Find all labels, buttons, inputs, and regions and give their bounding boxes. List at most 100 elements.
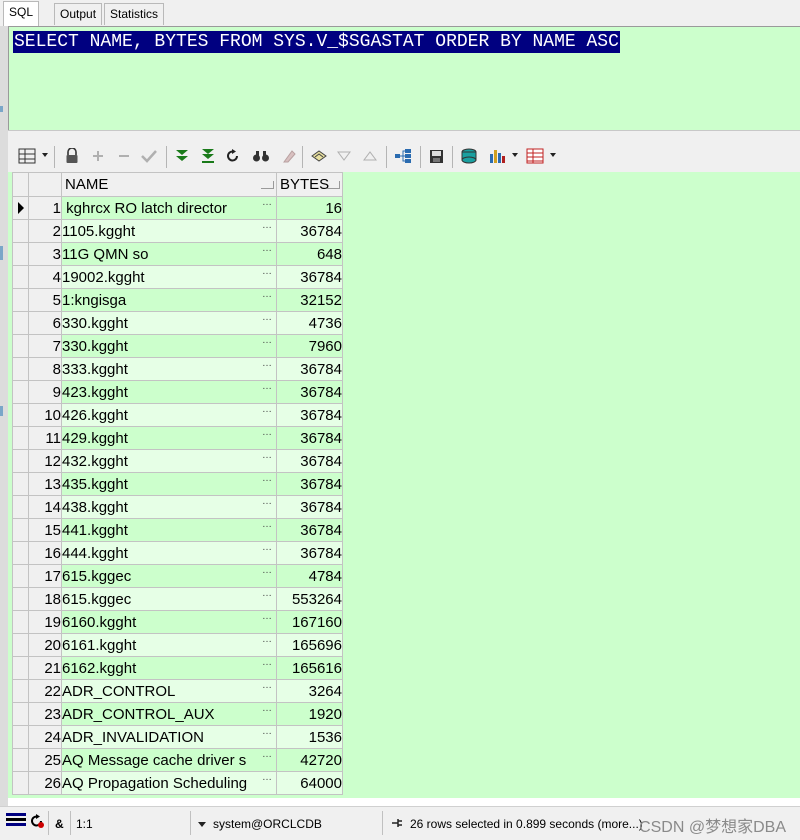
cell-editor-button[interactable]: …: [262, 497, 272, 507]
table-row[interactable]: 16 444.kgght … 36784: [12, 541, 343, 565]
table-row[interactable]: 1 kghrcx RO latch director … 16: [12, 196, 343, 220]
cell-bytes[interactable]: 16: [276, 196, 343, 220]
table-row[interactable]: 2 1105.kgght … 36784: [12, 219, 343, 243]
table-row[interactable]: 4 19002.kgght … 36784: [12, 265, 343, 289]
table-row[interactable]: 24 ADR_INVALIDATION … 1536: [12, 725, 343, 749]
cell-name[interactable]: kghrcx RO latch director…: [61, 196, 277, 220]
cell-bytes[interactable]: 4784: [276, 564, 343, 588]
row-indicator[interactable]: [12, 633, 29, 657]
table-row[interactable]: 3 11G QMN so … 648: [12, 242, 343, 266]
cell-name[interactable]: 6161.kgght…: [61, 633, 277, 657]
table-row[interactable]: 8 333.kgght … 36784: [12, 357, 343, 381]
cell-bytes[interactable]: 36784: [276, 449, 343, 473]
cell-name[interactable]: ADR_CONTROL_AUX…: [61, 702, 277, 726]
cell-editor-button[interactable]: …: [262, 474, 272, 484]
table-row[interactable]: 21 6162.kgght … 165616: [12, 656, 343, 680]
cell-name[interactable]: 333.kgght…: [61, 357, 277, 381]
cell-bytes[interactable]: 36784: [276, 472, 343, 496]
cell-bytes[interactable]: 36784: [276, 541, 343, 565]
cell-name[interactable]: AQ Propagation Scheduling…: [61, 771, 277, 795]
lock-icon[interactable]: [64, 146, 80, 166]
cell-name[interactable]: 19002.kgght…: [61, 265, 277, 289]
cell-bytes[interactable]: 36784: [276, 357, 343, 381]
chevron-down-icon[interactable]: [512, 153, 518, 157]
chart-icon[interactable]: [488, 146, 506, 166]
row-indicator[interactable]: [12, 288, 29, 312]
cell-editor-button[interactable]: …: [262, 612, 272, 622]
row-indicator[interactable]: [12, 403, 29, 427]
cell-editor-button[interactable]: …: [262, 359, 272, 369]
table-row[interactable]: 7 330.kgght … 7960: [12, 334, 343, 358]
cell-name[interactable]: 426.kgght…: [61, 403, 277, 427]
cell-editor-button[interactable]: …: [262, 290, 272, 300]
clear-icon[interactable]: [280, 146, 296, 166]
cell-editor-button[interactable]: …: [262, 566, 272, 576]
cell-name[interactable]: 6160.kgght…: [61, 610, 277, 634]
column-sort-button[interactable]: [327, 181, 340, 189]
chevron-down-icon[interactable]: [42, 153, 48, 157]
table-row[interactable]: 6 330.kgght … 4736: [12, 311, 343, 335]
table-row[interactable]: 20 6161.kgght … 165696: [12, 633, 343, 657]
table-row[interactable]: 26 AQ Propagation Scheduling … 64000: [12, 771, 343, 795]
grid-menu-icon[interactable]: [18, 146, 36, 166]
row-indicator[interactable]: [12, 541, 29, 565]
cell-bytes[interactable]: 32152: [276, 288, 343, 312]
cell-name[interactable]: 615.kggec…: [61, 564, 277, 588]
table-row[interactable]: 15 441.kgght … 36784: [12, 518, 343, 542]
cell-bytes[interactable]: 165616: [276, 656, 343, 680]
results-grid[interactable]: NAME BYTES 1 kghrcx RO latch director… 16…: [12, 172, 343, 795]
print-icon[interactable]: [460, 146, 478, 166]
cell-editor-button[interactable]: …: [262, 543, 272, 553]
table-row[interactable]: 18 615.kggec … 553264: [12, 587, 343, 611]
column-header-bytes[interactable]: BYTES: [276, 172, 343, 197]
row-indicator[interactable]: [12, 311, 29, 335]
tab-statistics[interactable]: Statistics: [104, 3, 165, 25]
connection-name[interactable]: system@ORCLCDB: [213, 816, 322, 832]
table-row[interactable]: 25 AQ Message cache driver s … 42720: [12, 748, 343, 772]
table-row[interactable]: 13 435.kgght … 36784: [12, 472, 343, 496]
tab-sql[interactable]: SQL: [3, 1, 40, 26]
cell-editor-button[interactable]: …: [262, 635, 272, 645]
sort-ascending-icon[interactable]: [362, 146, 378, 166]
query-by-example-icon[interactable]: [310, 146, 328, 166]
table-row[interactable]: 14 438.kgght … 36784: [12, 495, 343, 519]
row-indicator[interactable]: [12, 587, 29, 611]
row-indicator[interactable]: [12, 472, 29, 496]
cell-bytes[interactable]: 64000: [276, 771, 343, 795]
cell-bytes[interactable]: 553264: [276, 587, 343, 611]
cell-name[interactable]: 615.kggec…: [61, 587, 277, 611]
cell-bytes[interactable]: 167160: [276, 610, 343, 634]
cell-name[interactable]: 432.kgght…: [61, 449, 277, 473]
cell-name[interactable]: 1:kngisga…: [61, 288, 277, 312]
export-tree-icon[interactable]: [394, 146, 412, 166]
cell-bytes[interactable]: 4736: [276, 311, 343, 335]
table-row[interactable]: 9 423.kgght … 36784: [12, 380, 343, 404]
cell-name[interactable]: 441.kgght…: [61, 518, 277, 542]
cell-bytes[interactable]: 165696: [276, 633, 343, 657]
cell-editor-button[interactable]: …: [262, 520, 272, 530]
table-row[interactable]: 10 426.kgght … 36784: [12, 403, 343, 427]
cell-name[interactable]: ADR_CONTROL…: [61, 679, 277, 703]
cell-editor-button[interactable]: …: [262, 267, 272, 277]
cell-bytes[interactable]: 648: [276, 242, 343, 266]
cell-editor-button[interactable]: …: [262, 336, 272, 346]
row-indicator[interactable]: [12, 610, 29, 634]
cell-editor-button[interactable]: …: [262, 773, 272, 783]
table-row[interactable]: 17 615.kggec … 4784: [12, 564, 343, 588]
column-header-name[interactable]: NAME: [61, 172, 277, 197]
cell-editor-button[interactable]: …: [262, 658, 272, 668]
tab-output[interactable]: Output: [54, 3, 103, 25]
cell-name[interactable]: 6162.kgght…: [61, 656, 277, 680]
cell-name[interactable]: 429.kgght…: [61, 426, 277, 450]
row-indicator[interactable]: [12, 449, 29, 473]
cell-editor-button[interactable]: …: [262, 727, 272, 737]
connection-dropdown-icon[interactable]: [198, 822, 206, 827]
cell-editor-button[interactable]: …: [262, 451, 272, 461]
table-row[interactable]: 22 ADR_CONTROL … 3264: [12, 679, 343, 703]
row-indicator[interactable]: [12, 725, 29, 749]
cell-editor-button[interactable]: …: [262, 704, 272, 714]
cell-name[interactable]: 438.kgght…: [61, 495, 277, 519]
sort-descending-icon[interactable]: [336, 146, 352, 166]
row-indicator[interactable]: [12, 219, 29, 243]
cell-bytes[interactable]: 7960: [276, 334, 343, 358]
